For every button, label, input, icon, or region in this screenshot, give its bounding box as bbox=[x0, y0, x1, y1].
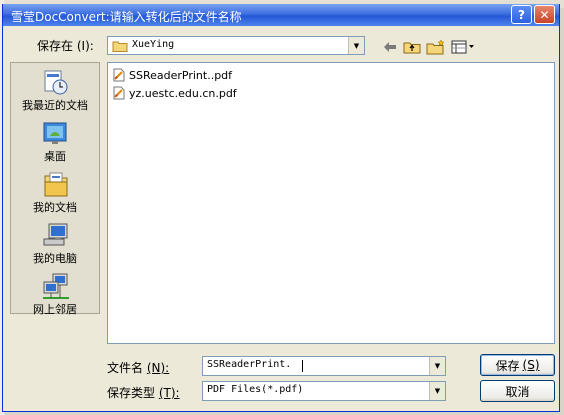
save-button[interactable]: 保存 (S) bbox=[480, 354, 555, 376]
place-my-documents[interactable]: 我的文档 bbox=[11, 169, 99, 215]
place-label: 我的文档 bbox=[33, 201, 77, 214]
cancel-button[interactable]: 取消 bbox=[480, 380, 555, 402]
chevron-down-icon[interactable]: ▼ bbox=[348, 37, 364, 54]
filename-value: SSReaderPrint. bbox=[207, 359, 292, 370]
new-folder-icon bbox=[426, 39, 445, 55]
file-item[interactable]: yz.uestc.edu.cn.pdf bbox=[112, 85, 237, 101]
window-title: 雪莹DocConvert:请输入转化后的文件名称 bbox=[11, 10, 242, 24]
save-button-hotkey: (S) bbox=[522, 358, 540, 372]
filename-label: 文件名 (N): bbox=[107, 359, 169, 376]
up-folder-button[interactable] bbox=[401, 38, 423, 56]
close-button[interactable]: ✕ bbox=[534, 5, 555, 24]
pdf-file-icon bbox=[113, 86, 125, 100]
save-in-label: 保存在 (I): bbox=[37, 37, 94, 54]
my-documents-icon bbox=[44, 172, 68, 197]
file-item[interactable]: SSReaderPrint..pdf bbox=[112, 67, 232, 83]
pdf-file-icon bbox=[113, 68, 125, 82]
filetype-value: PDF Files(*.pdf) bbox=[207, 384, 304, 395]
place-my-computer[interactable]: 我的电脑 bbox=[11, 220, 99, 266]
help-button[interactable]: ? bbox=[511, 5, 532, 24]
place-label: 桌面 bbox=[44, 150, 66, 163]
filetype-select[interactable]: PDF Files(*.pdf) ▼ bbox=[202, 381, 446, 401]
save-in-label-text: 保存在 bbox=[37, 39, 74, 53]
place-network-places[interactable]: 网上邻居 bbox=[11, 271, 99, 317]
filetype-hotkey: (T): bbox=[158, 386, 180, 400]
places-bar: 我最近的文档 桌面 我的文档 我的电脑 网上邻居 bbox=[10, 62, 100, 317]
new-folder-button[interactable] bbox=[425, 38, 447, 56]
text-cursor bbox=[302, 360, 303, 372]
save-in-value: XueYing bbox=[132, 39, 175, 50]
filetype-label: 保存类型 (T): bbox=[107, 384, 180, 401]
folder-icon bbox=[112, 41, 128, 52]
up-folder-icon bbox=[403, 42, 421, 54]
place-recent-documents[interactable]: 我最近的文档 bbox=[11, 67, 99, 113]
chevron-down-icon[interactable]: ▼ bbox=[429, 357, 445, 375]
file-name: SSReaderPrint..pdf bbox=[129, 68, 233, 82]
save-in-hotkey: (I): bbox=[76, 39, 94, 53]
desktop-icon bbox=[43, 122, 67, 144]
network-places-icon bbox=[43, 273, 69, 299]
file-list[interactable]: SSReaderPrint..pdf yz.uestc.edu.cn.pdf bbox=[107, 62, 555, 344]
recent-documents-icon bbox=[44, 70, 68, 95]
save-as-dialog: 雪莹DocConvert:请输入转化后的文件名称 ? ✕ 保存在 (I): Xu… bbox=[2, 4, 560, 412]
title-bar[interactable]: 雪莹DocConvert:请输入转化后的文件名称 ? ✕ bbox=[3, 4, 559, 26]
filename-label-text: 文件名 bbox=[107, 361, 144, 375]
back-arrow-icon bbox=[384, 42, 396, 52]
place-label: 我的电脑 bbox=[33, 252, 77, 265]
view-menu-icon bbox=[451, 40, 474, 54]
save-button-label: 保存 bbox=[495, 358, 520, 373]
view-menu-button[interactable] bbox=[449, 38, 477, 56]
place-label: 网上邻居 bbox=[33, 303, 77, 316]
chevron-down-icon[interactable]: ▼ bbox=[429, 382, 445, 400]
filename-input[interactable]: SSReaderPrint. ▼ bbox=[202, 356, 446, 376]
back-button[interactable] bbox=[379, 38, 401, 56]
filename-hotkey: (N): bbox=[146, 361, 170, 375]
filetype-label-text: 保存类型 bbox=[107, 386, 156, 400]
my-computer-icon bbox=[43, 223, 68, 246]
cancel-button-label: 取消 bbox=[505, 384, 530, 399]
place-label: 我最近的文档 bbox=[22, 99, 88, 112]
save-in-dropdown[interactable]: XueYing ▼ bbox=[107, 36, 365, 55]
place-desktop[interactable]: 桌面 bbox=[11, 118, 99, 164]
file-name: yz.uestc.edu.cn.pdf bbox=[129, 86, 237, 100]
